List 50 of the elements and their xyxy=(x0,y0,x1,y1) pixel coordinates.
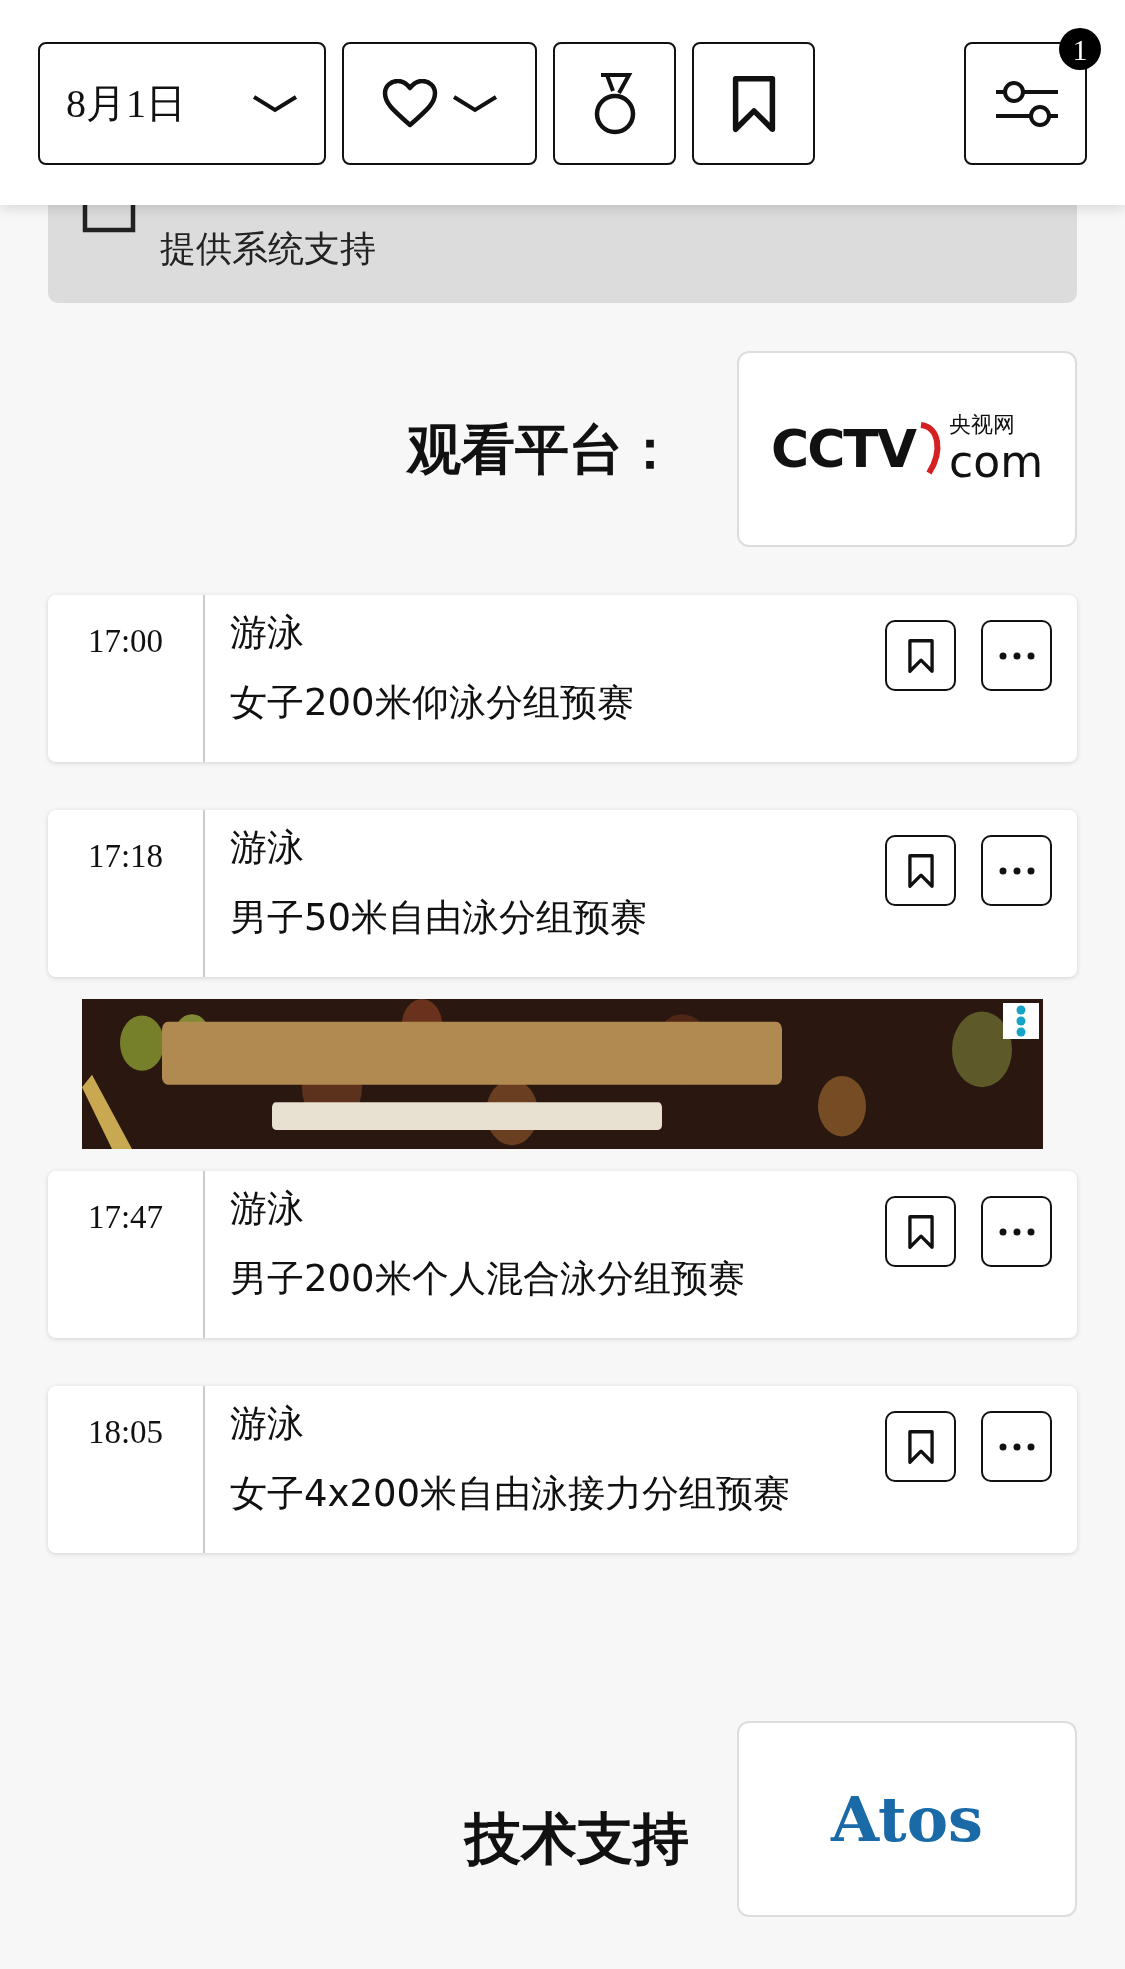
event-name: 男子50米自由泳分组预赛 xyxy=(230,896,648,941)
logo-chinese: 央视网 xyxy=(949,414,1017,436)
notice-text: 提供系统支持 xyxy=(160,227,376,271)
event-card[interactable]: 18:05 游泳 女子4x200米自由泳接力分组预赛 xyxy=(48,1386,1077,1553)
more-button[interactable] xyxy=(981,1196,1052,1267)
more-icon xyxy=(998,1442,1035,1451)
bookmark-icon xyxy=(906,852,935,889)
date-dropdown[interactable]: 8月1日 xyxy=(38,42,326,165)
settings-icon xyxy=(993,79,1058,128)
tech-support-label: 技术支持 xyxy=(465,1805,689,1873)
more-icon xyxy=(998,866,1035,875)
bookmark-icon xyxy=(906,1213,935,1250)
event-name: 男子200米个人混合泳分组预赛 xyxy=(230,1257,745,1302)
notification-count: 1 xyxy=(1059,28,1101,70)
event-card[interactable]: 17:00 游泳 女子200米仰泳分组预赛 xyxy=(48,595,1077,762)
event-time: 17:18 xyxy=(48,810,205,977)
bookmark-button[interactable] xyxy=(885,1196,956,1267)
logo-suffix: com xyxy=(949,440,1043,484)
event-name: 女子4x200米自由泳接力分组预赛 xyxy=(230,1472,791,1517)
sport-name: 游泳 xyxy=(230,1402,305,1447)
event-time: 17:00 xyxy=(48,595,205,762)
logo-wordmark: Atos xyxy=(831,1781,983,1858)
more-button[interactable] xyxy=(981,620,1052,691)
favorites-dropdown[interactable] xyxy=(342,42,537,165)
more-button[interactable] xyxy=(981,1411,1052,1482)
event-card[interactable]: 17:47 游泳 男子200米个人混合泳分组预赛 xyxy=(48,1171,1077,1338)
more-icon xyxy=(998,1227,1035,1236)
event-time: 17:47 xyxy=(48,1171,205,1338)
bookmark-button[interactable] xyxy=(885,620,956,691)
caret-icon xyxy=(252,93,298,114)
platform-label: 观看平台： xyxy=(407,416,677,483)
bookmark-icon xyxy=(906,1428,935,1465)
bookmark-button[interactable] xyxy=(885,1411,956,1482)
caret-icon xyxy=(451,93,498,114)
event-time: 18:05 xyxy=(48,1386,205,1553)
heart-icon xyxy=(381,78,438,129)
sport-name: 游泳 xyxy=(230,611,305,656)
event-name: 女子200米仰泳分组预赛 xyxy=(230,681,634,726)
filter-button[interactable] xyxy=(964,42,1087,165)
bookmarks-button[interactable] xyxy=(692,42,815,165)
bookmark-icon xyxy=(906,637,935,674)
more-button[interactable] xyxy=(981,835,1052,906)
medal-button[interactable] xyxy=(553,42,676,165)
bookmark-button[interactable] xyxy=(885,835,956,906)
event-card[interactable]: 17:18 游泳 男子50米自由泳分组预赛 xyxy=(48,810,1077,977)
display-icon xyxy=(82,205,136,233)
sport-name: 游泳 xyxy=(230,1187,305,1232)
sport-name: 游泳 xyxy=(230,826,305,871)
more-icon xyxy=(998,651,1035,660)
logo-wordmark: CCTV xyxy=(771,418,916,481)
